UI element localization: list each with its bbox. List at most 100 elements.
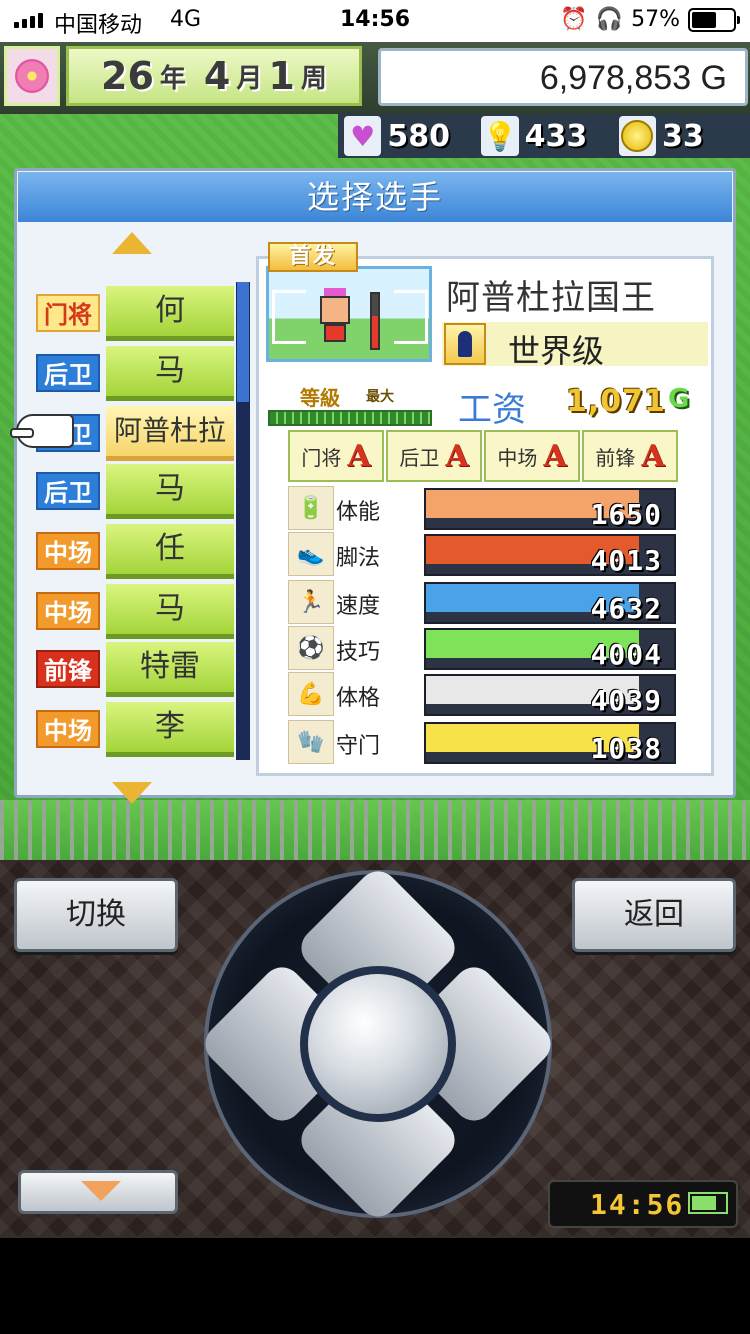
status-bar: 中国移动 4G 14:56 ⏰ 🎧 57%: [0, 0, 750, 42]
status-right: ⏰ 🎧 57%: [560, 7, 740, 32]
season-flower-icon[interactable]: [4, 46, 60, 106]
scroll-down-arrow-icon[interactable]: [112, 782, 152, 804]
player-avatar: [320, 288, 350, 342]
chevron-down-icon: [81, 1181, 121, 1201]
player-row[interactable]: 前锋 特雷: [36, 642, 236, 698]
stat-value: 4004: [590, 638, 662, 671]
stat-bar: 4004: [424, 628, 676, 671]
level-bar: [268, 410, 432, 426]
player-name: 李: [106, 702, 234, 757]
player-row[interactable]: 门将 何: [36, 286, 236, 342]
condition-gauge: [370, 292, 380, 350]
stat-row: 🏃 速度 4632: [286, 580, 706, 626]
battery-icon: [688, 1192, 728, 1214]
stat-label: 体能: [336, 500, 381, 525]
month-unit: 月: [236, 63, 263, 94]
stat-label: 速度: [336, 594, 381, 619]
year-unit: 年: [159, 63, 186, 94]
aptitude-label: 前锋: [595, 445, 636, 470]
stamina-icon: 🔋: [288, 486, 334, 530]
stat-value: 1038: [590, 732, 662, 765]
stat-value: 4039: [590, 684, 662, 717]
aptitude-cell: 前锋 A: [582, 430, 678, 482]
stat-bar: 4013: [424, 534, 676, 577]
stat-bar: 1650: [424, 488, 676, 531]
resource-bar: ♥ 580 💡 433 33: [338, 114, 750, 158]
list-scroll-thumb[interactable]: [237, 282, 249, 402]
position-badge: 中场: [36, 710, 100, 748]
battery-percent: 57%: [631, 7, 680, 32]
player-name: 马: [106, 584, 234, 639]
stat-value: 1650: [590, 498, 662, 531]
heart-value: 580: [387, 118, 450, 154]
dpad-center-button[interactable]: [300, 966, 456, 1122]
stat-bar: 4039: [424, 674, 676, 717]
stat-row: 🧤 守门 1038: [286, 720, 706, 766]
stat-label: 守门: [336, 734, 381, 759]
person-icon: [444, 323, 486, 365]
coin-icon: [618, 116, 656, 156]
stat-value: 4632: [590, 592, 662, 625]
stat-row: 🔋 体能 1650: [286, 486, 706, 532]
stat-label: 体格: [336, 686, 381, 711]
aptitude-cell: 中场 A: [484, 430, 580, 482]
goal-right: [394, 290, 428, 344]
map-fence: [0, 800, 750, 860]
stat-value: 4013: [590, 544, 662, 577]
aptitude-grade: A: [641, 438, 665, 474]
position-badge: 后卫: [36, 472, 100, 510]
player-name: 阿普杜拉: [106, 406, 234, 461]
switch-button[interactable]: 切换: [14, 878, 178, 952]
stat-label: 技巧: [336, 640, 381, 665]
money-value: 6,978,853 G: [539, 59, 727, 97]
player-row[interactable]: 中场 马: [36, 584, 236, 640]
battery-icon: [688, 7, 740, 32]
player-row[interactable]: 中场 李: [36, 702, 236, 758]
physique-icon: 💪: [288, 672, 334, 716]
salary-value: 1,071: [566, 384, 666, 419]
stat-row: 👟 脚法 4013: [286, 532, 706, 578]
player-rank: 世界级: [508, 332, 605, 370]
aptitude-cell: 门将 A: [288, 430, 384, 482]
player-name: 特雷: [106, 642, 234, 697]
level-label: 等級: [300, 386, 340, 410]
coin-value: 33: [661, 118, 704, 154]
bulb-icon: 💡: [481, 116, 519, 156]
clock-time: 14:56: [590, 1188, 685, 1221]
stat-bar: 4632: [424, 582, 676, 625]
aptitude-label: 中场: [497, 445, 538, 470]
aptitude-label: 后卫: [399, 445, 440, 470]
bottom-bar: [0, 1238, 750, 1334]
back-button[interactable]: 返回: [572, 878, 736, 952]
salary-unit: G: [668, 384, 690, 414]
dialog-title: 选择选手: [18, 172, 732, 222]
money-display: 6,978,853 G: [378, 48, 748, 106]
position-badge: 门将: [36, 294, 100, 332]
player-full-name: 阿普杜拉国王: [446, 278, 656, 318]
player-row[interactable]: 中场 任: [36, 524, 236, 580]
scroll-up-arrow-icon[interactable]: [112, 232, 152, 254]
player-row[interactable]: 后卫 马: [36, 464, 236, 520]
menu-down-button[interactable]: [18, 1170, 178, 1214]
week-unit: 周: [300, 63, 327, 94]
player-name: 何: [106, 286, 234, 341]
skill-icon: ⚽: [288, 626, 334, 670]
player-row[interactable]: 后卫 马: [36, 346, 236, 402]
player-name: 马: [106, 464, 234, 519]
goal-left: [272, 290, 306, 344]
week-value: 1: [268, 54, 295, 98]
aptitude-cell: 后卫 A: [386, 430, 482, 482]
aptitude-grade: A: [543, 438, 567, 474]
salary-label: 工资: [458, 390, 526, 430]
bulb-value: 433: [524, 118, 588, 154]
position-badge: 中场: [36, 592, 100, 630]
stat-row: ⚽ 技巧 4004: [286, 626, 706, 672]
stat-row: 💪 体格 4039: [286, 672, 706, 718]
aptitude-grade: A: [445, 438, 469, 474]
level-max: 最大: [366, 389, 394, 405]
stat-bar: 1038: [424, 722, 676, 765]
aptitude-grade: A: [347, 438, 371, 474]
position-badge: 后卫: [36, 354, 100, 392]
stat-label: 脚法: [336, 546, 381, 571]
goalkeeping-icon: 🧤: [288, 720, 334, 764]
